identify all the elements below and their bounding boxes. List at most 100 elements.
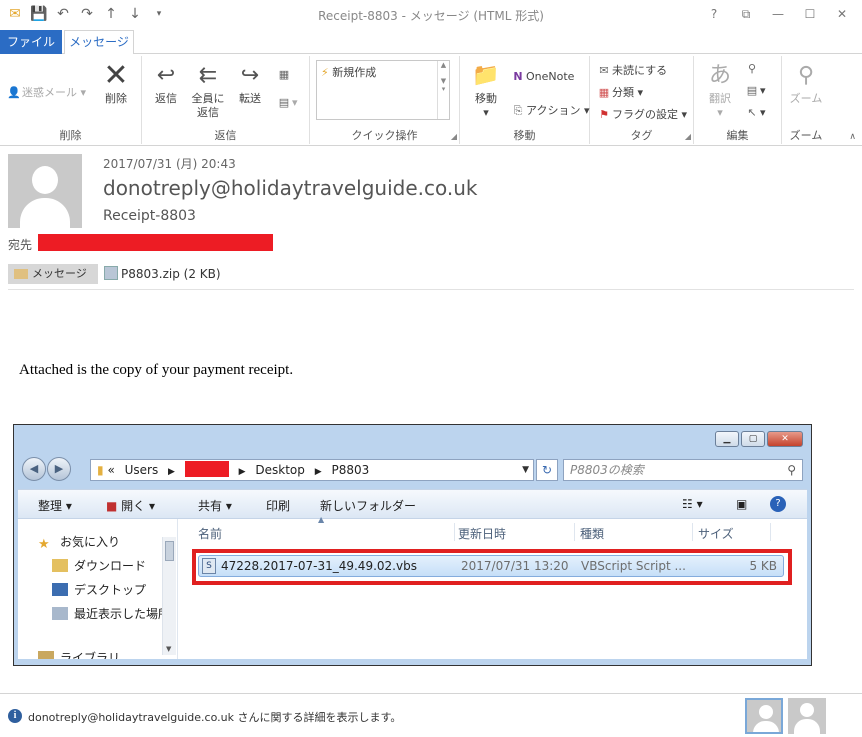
tab-file[interactable]: ファイル [0, 30, 62, 54]
close-icon: ✕ [767, 431, 803, 447]
flag-button[interactable]: ⚑ フラグの設定 ▾ [596, 106, 687, 122]
window-controls: ? ⧉ — ☐ ✕ [700, 4, 856, 24]
junk-button[interactable]: 👤迷惑メール ▾ [6, 84, 86, 100]
zoom-button[interactable]: ⚲ ズーム [786, 62, 826, 106]
maximize-icon: ▢ [741, 431, 765, 447]
quick-steps-scroll[interactable]: ▲ ▼ ▾ [437, 61, 449, 119]
nav-scrollbar: ▼ [162, 537, 176, 655]
sort-indicator-icon: ▲ [318, 515, 325, 524]
tab-message[interactable]: メッセージ [64, 30, 134, 55]
message-header: 2017/07/31 (月) 20:43 donotreply@holidayt… [0, 146, 862, 290]
star-icon: ★ [38, 537, 50, 552]
close-button[interactable]: ✕ [828, 4, 856, 24]
attachment-zip[interactable]: P8803.zip (2 KB) [104, 266, 221, 281]
reply-all-icon: ⇇ [198, 63, 218, 88]
back-icon: ◀ [22, 457, 46, 481]
nav-favorites: ★ お気に入り [38, 535, 121, 552]
collapse-ribbon-icon[interactable]: ∧ [849, 132, 856, 142]
envelope-icon [14, 269, 28, 279]
column-type: 種類 [580, 527, 605, 541]
related-button[interactable]: ▤ ▾ [744, 84, 766, 97]
explorer-search-box: P8803の検索 ⚲ [563, 459, 803, 481]
meeting-button[interactable]: ▦ [276, 68, 292, 81]
zip-file-icon [104, 266, 118, 280]
column-size: サイズ [698, 527, 734, 541]
group-reply: ↩ 返信 ⇇ 全員に 返信 ↪ 転送 ▦ ▤ ▾ 返信 [142, 56, 310, 144]
nav-libraries: ライブラリ [38, 649, 120, 659]
group-delete: 👤迷惑メール ▾ ✕ 削除 削除 [0, 56, 142, 144]
select-button[interactable]: ↖ ▾ [744, 106, 765, 119]
lightning-icon: ⚡ [321, 66, 329, 79]
desktop-icon [52, 583, 68, 596]
view-options-icon: ☷ ▾ [682, 497, 703, 511]
envelope-icon: ✉ [599, 64, 609, 77]
onenote-icon: N [513, 70, 523, 83]
magnifier-icon: ⚲ [797, 63, 815, 88]
group-zoom: ⚲ ズーム ズーム ∧ [782, 56, 862, 144]
more-respond-button[interactable]: ▤ ▾ [276, 96, 298, 109]
dialog-launcher-icon[interactable]: ◢ [685, 132, 691, 141]
quick-step-new[interactable]: ⚡ 新規作成 [321, 64, 376, 80]
reply-icon: ↩ [156, 63, 176, 88]
cursor-icon: ↖ [747, 106, 757, 119]
red-highlight-box [192, 549, 792, 585]
preview-pane-icon: ▣ [736, 497, 748, 511]
nav-recent: 最近表示した場所 [52, 605, 170, 622]
downloads-folder-icon [52, 559, 68, 572]
people-avatar[interactable] [788, 698, 826, 734]
sender-avatar[interactable] [8, 154, 82, 228]
library-icon [38, 651, 54, 659]
redacted-username [184, 461, 229, 477]
folder-icon: ▮ [97, 463, 104, 477]
attachment-bar: メッセージ P8803.zip (2 KB) [8, 264, 854, 290]
group-move: 📁 移動 ▾ N OneNote ⎘ アクション ▾ 移動 [460, 56, 590, 144]
translate-button[interactable]: あ翻訳 ▾ [700, 62, 740, 120]
open-icon: ■ [106, 499, 118, 513]
onenote-button[interactable]: N OneNote [510, 70, 574, 83]
info-icon: i [8, 709, 22, 723]
categorize-button[interactable]: ▦ 分類 ▾ [596, 84, 643, 100]
explorer-nav-pane: ★ お気に入り ダウンロード デスクトップ 最近表示した場所 ライブラリ ▼ [18, 519, 178, 659]
maximize-button[interactable]: ☐ [796, 4, 824, 24]
flag-icon: ⚑ [599, 108, 609, 121]
quick-steps-box[interactable]: ⚡ 新規作成 ▲ ▼ ▾ [316, 60, 450, 120]
explorer-window-controls: ▁ ▢ ✕ [715, 431, 803, 447]
find-button[interactable]: ⚲ [744, 62, 760, 75]
people-avatar-selected[interactable] [745, 698, 783, 734]
minimize-button[interactable]: — [764, 4, 792, 24]
search-icon: ⚲ [787, 463, 796, 477]
ribbon: 👤迷惑メール ▾ ✕ 削除 削除 ↩ 返信 ⇇ 全員に 返信 ↪ 転送 ▦ ▤ ▾ 返信 ⚡… [0, 54, 862, 146]
action-button[interactable]: ⎘ アクション ▾ [510, 102, 590, 118]
move-button[interactable]: 📁 移動 ▾ [466, 62, 506, 120]
minimize-icon: ▁ [715, 431, 739, 447]
reply-all-button[interactable]: ⇇ 全員に 返信 [188, 62, 228, 120]
ribbon-display-button[interactable]: ⧉ [732, 4, 760, 24]
mark-unread-button[interactable]: ✉ 未読にする [596, 62, 667, 78]
embedded-explorer-image: ▁ ▢ ✕ ◀ ▶ ▮ « Users ▶ ▶ Desktop ▶ P8803 ▼… [13, 424, 812, 666]
help-button[interactable]: ? [700, 4, 728, 24]
people-pane-text[interactable]: donotreply@holidaytravelguide.co.uk さんに関… [28, 709, 401, 725]
dialog-launcher-icon[interactable]: ◢ [451, 132, 457, 141]
delete-button[interactable]: ✕ 削除 [96, 61, 136, 106]
nav-desktop: デスクトップ [52, 581, 146, 598]
forward-icon: ▶ [47, 457, 71, 481]
refresh-icon: ↻ [536, 459, 558, 481]
subject: Receipt-8803 [103, 208, 196, 224]
print-button: 印刷 [266, 499, 291, 513]
group-editing: あ翻訳 ▾ ⚲ ▤ ▾ ↖ ▾ 編集 [694, 56, 782, 144]
translate-icon: あ [708, 63, 731, 88]
share-menu: 共有 ▾ [198, 499, 232, 513]
binoculars-icon: ⚲ [747, 62, 757, 75]
explorer-nav-buttons: ◀ ▶ [22, 457, 72, 481]
new-folder-button: 新しいフォルダー [320, 499, 417, 513]
sender-address[interactable]: donotreply@holidaytravelguide.co.uk [103, 176, 477, 200]
message-body: Attached is the copy of your payment rec… [19, 362, 294, 378]
message-button[interactable]: メッセージ [8, 264, 98, 284]
forward-button[interactable]: ↪ 転送 [232, 62, 268, 106]
junk-icon: 👤 [7, 86, 21, 99]
document-icon: ▤ [746, 84, 758, 97]
nav-downloads: ダウンロード [52, 557, 146, 574]
folder-icon: 📁 [472, 63, 500, 88]
redacted-recipient [38, 234, 273, 251]
reply-button[interactable]: ↩ 返信 [148, 62, 184, 106]
